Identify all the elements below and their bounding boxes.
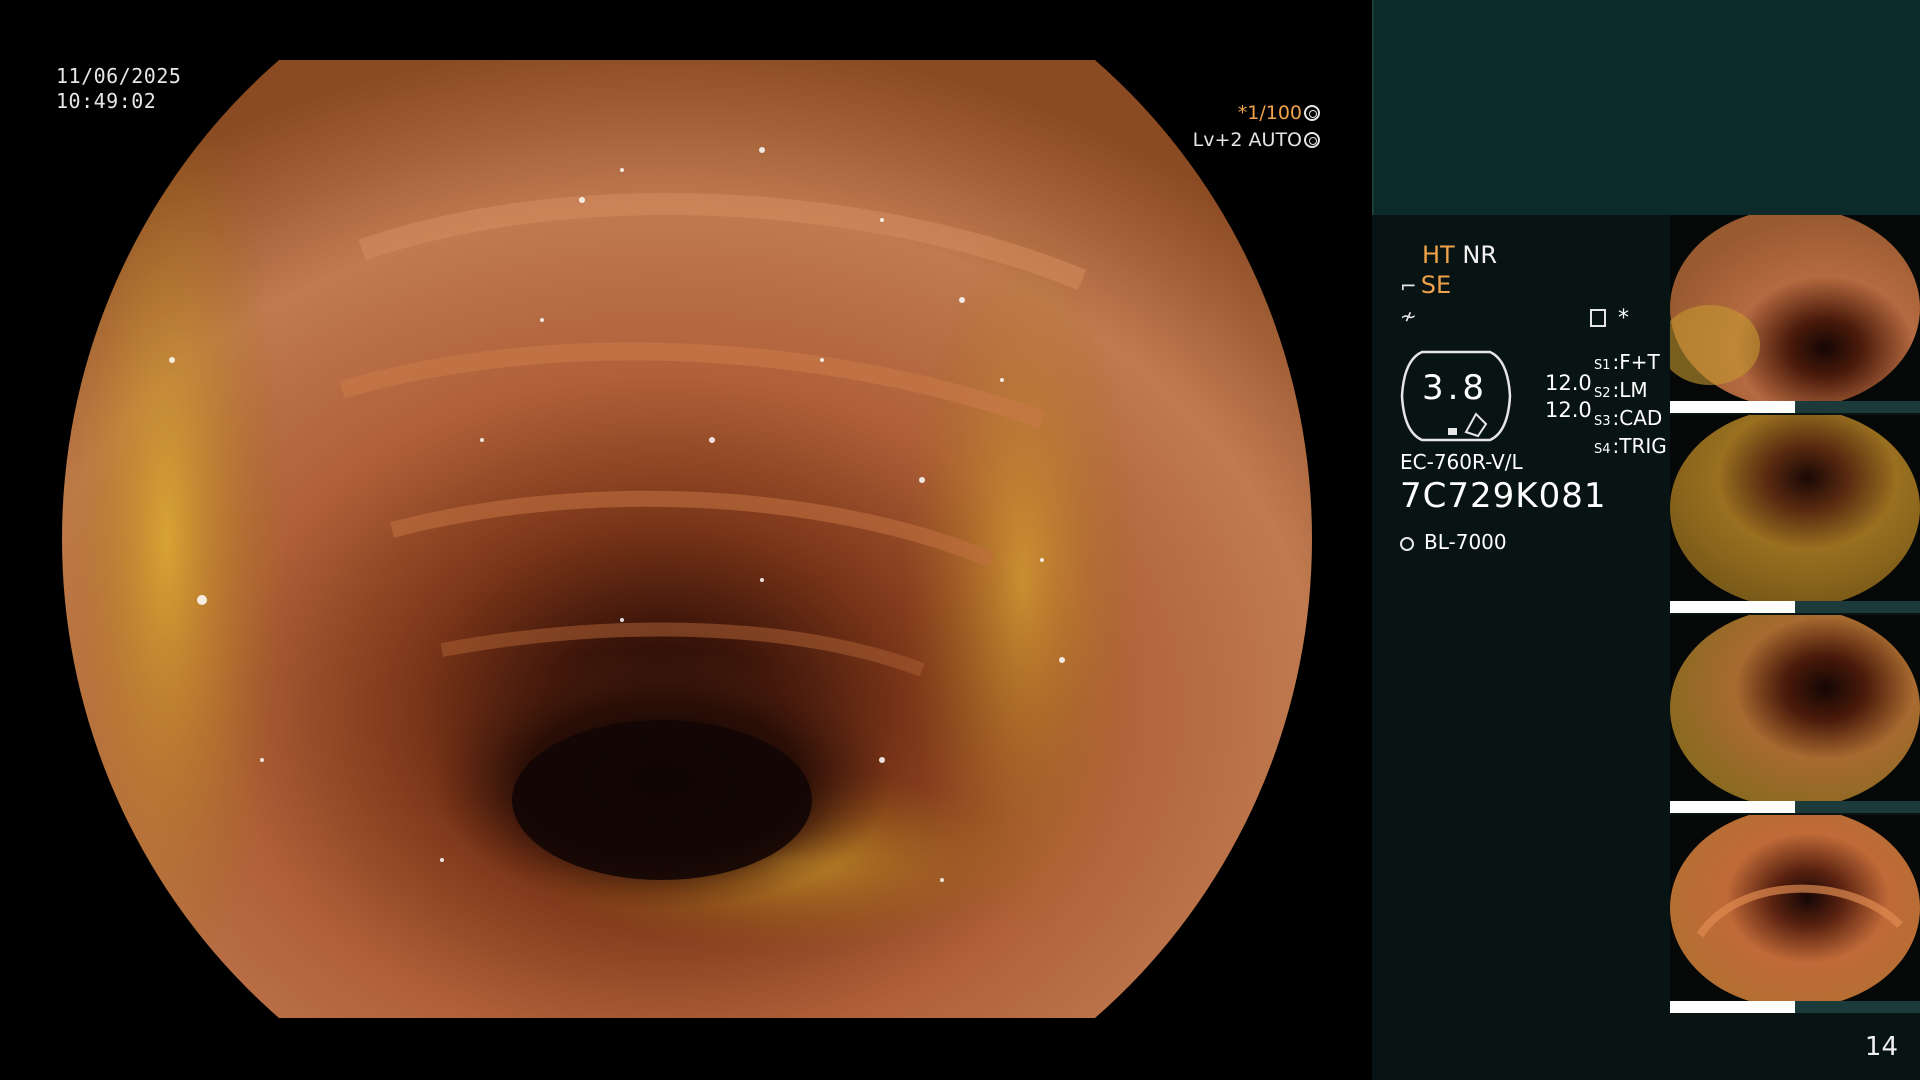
- asterisk-mark: *: [1618, 306, 1629, 331]
- exposure-overlay: *1/100 Lv+2 AUTO: [1192, 100, 1320, 154]
- endoscopic-image: [62, 60, 1312, 1018]
- shutter-speed: *1/100: [1237, 102, 1302, 124]
- record-icons: *: [1590, 306, 1629, 331]
- endoscope-live-view: 11/06/2025 10:49:02 *1/100 Lv+2 AUTO: [0, 0, 1372, 1080]
- gauge-top-value: 12.0: [1545, 371, 1592, 395]
- scope-serial: 7C729K081: [1400, 476, 1607, 516]
- light-source-icon: [1400, 537, 1414, 551]
- switch-assignments: S1:F+T S2:LM S3:CAD S4:TRIG: [1594, 350, 1667, 462]
- thumbnail-3[interactable]: [1670, 615, 1920, 813]
- timestamp: 11/06/2025 10:49:02: [56, 64, 181, 114]
- light-source: BL-7000: [1400, 530, 1507, 554]
- switch-s1: S1:F+T: [1594, 350, 1660, 374]
- gauge-bottom-value: 12.0: [1545, 398, 1592, 422]
- enhance-icon: ⌐: [1400, 274, 1417, 298]
- thumbnail-1[interactable]: [1670, 215, 1920, 413]
- panel-header-block: [1372, 0, 1920, 215]
- scope-model: EC-760R-V/L: [1400, 450, 1523, 474]
- thumbnail-4[interactable]: [1670, 815, 1920, 1013]
- mode-nr: NR: [1462, 241, 1497, 269]
- aperture-icon: [1304, 105, 1320, 121]
- light-source-label: BL-7000: [1424, 530, 1507, 554]
- record-icon: [1590, 309, 1606, 327]
- filter-icon: ≁: [1400, 304, 1417, 328]
- thumbnail-2[interactable]: [1670, 415, 1920, 613]
- mode-se: SE: [1420, 271, 1452, 299]
- status-panel: HT NR ⌐ SE ≁ * 3.8 12.0 12.0 S1:F+T S2:LM…: [1372, 0, 1920, 1080]
- switch-s4: S4:TRIG: [1594, 434, 1667, 458]
- auto-iris-icon: [1304, 132, 1320, 148]
- mode-ht: HT: [1422, 241, 1455, 269]
- page-number: 14: [1864, 1032, 1898, 1062]
- date-text: 11/06/2025: [56, 64, 182, 88]
- gauge-numbers: 12.0 12.0: [1545, 370, 1592, 424]
- time-text: 10:49:02: [56, 89, 157, 113]
- captured-thumbnails: [1670, 215, 1920, 1015]
- processor-info: HT NR ⌐ SE ≁ * 3.8 12.0 12.0 S1:F+T S2:LM…: [1400, 240, 1700, 554]
- zoom-value: 3.8: [1421, 368, 1489, 408]
- level-auto: Lv+2 AUTO: [1192, 129, 1302, 151]
- switch-s2: S2:LM: [1594, 378, 1648, 402]
- switch-s3: S3:CAD: [1594, 406, 1663, 430]
